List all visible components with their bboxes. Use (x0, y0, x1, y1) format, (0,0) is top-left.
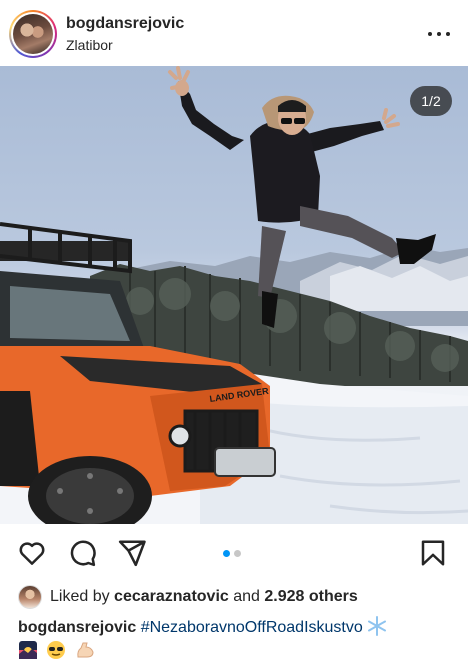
likes-others-link[interactable]: 2.928 others (264, 588, 357, 606)
carousel-indicator (223, 550, 241, 557)
flexed-biceps-emoji (77, 642, 94, 658)
caption-username[interactable]: bogdansrejovic (18, 619, 136, 636)
post-location[interactable]: Zlatibor (66, 37, 113, 53)
avatar-photo (13, 14, 53, 54)
photo-scene: LAND ROVER (0, 66, 468, 524)
likes-prefix: Liked by (50, 588, 110, 605)
likes-conjunction: and (233, 588, 260, 605)
post-username[interactable]: bogdansrejovic (66, 15, 184, 33)
liker-username[interactable]: cecaraznatovic (114, 588, 229, 606)
more-options-icon[interactable] (428, 24, 450, 44)
sunset-emoji (19, 641, 37, 659)
profile-avatar[interactable] (9, 10, 57, 58)
comment-icon[interactable] (67, 538, 97, 568)
caption-hashtag[interactable]: #NezaboravnoOffRoadIskustvo (141, 619, 363, 636)
post-photo[interactable]: LAND ROVER 1/2 (0, 66, 468, 524)
carousel-dot-active (223, 550, 230, 557)
bookmark-icon[interactable] (418, 538, 448, 568)
post-caption: bogdansrejovic #NezaboravnoOffRoadIskust… (18, 616, 454, 664)
snowflake-emoji (368, 616, 387, 636)
post-header: bogdansrejovic Zlatibor (0, 0, 468, 66)
image-counter-badge: 1/2 (410, 86, 452, 116)
likes-summary: Liked by cecaraznatovic and 2.928 others (18, 584, 358, 610)
liker-avatar[interactable] (18, 585, 42, 609)
post-actions (0, 536, 468, 572)
heart-icon[interactable] (17, 538, 47, 568)
carousel-dot (234, 550, 241, 557)
paper-plane-icon[interactable] (117, 538, 147, 568)
sunglasses-emoji (47, 641, 66, 659)
